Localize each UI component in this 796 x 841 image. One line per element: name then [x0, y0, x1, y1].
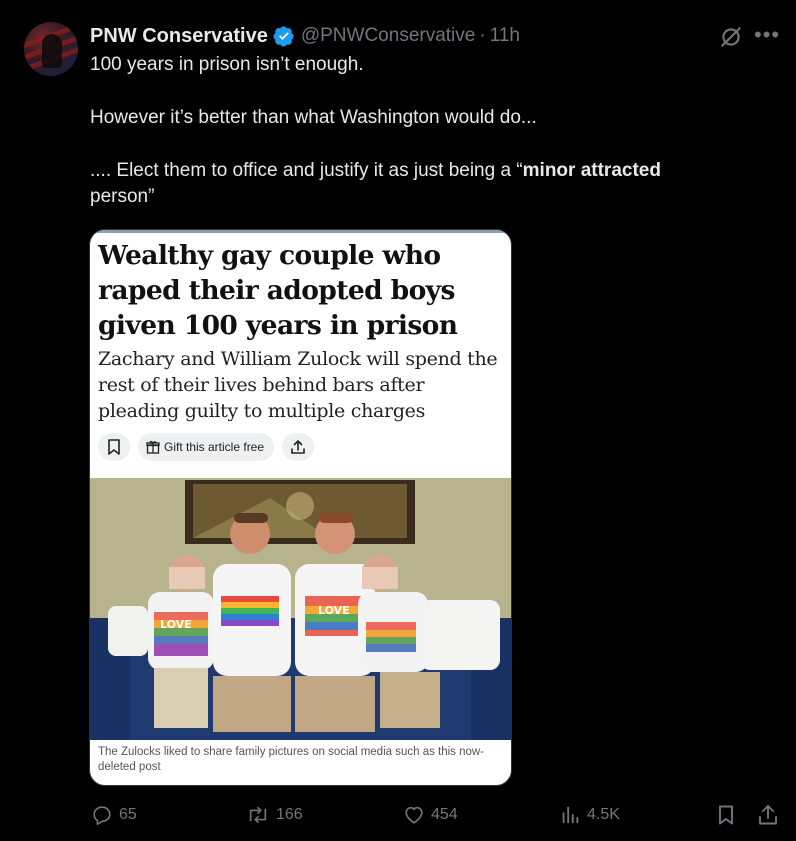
avatar[interactable] — [24, 22, 78, 76]
post-line-prefix: .... Elect them to office and justify it… — [90, 160, 523, 181]
article-image[interactable]: Wealthy gay couple who raped their adopt… — [89, 229, 512, 786]
gift-icon — [146, 440, 160, 454]
gift-article-button[interactable]: Gift this article free — [138, 433, 275, 461]
repost-count: 166 — [276, 806, 303, 823]
bookmark-button[interactable] — [98, 433, 130, 461]
family-photo: LOVE LOVE — [90, 478, 511, 740]
tweet[interactable]: PNW Conservative @PNWConservative · 11h … — [0, 0, 796, 841]
article-subheadline: Zachary and William Zulock will spend th… — [98, 348, 498, 422]
post-line: 100 years in prison isn’t enough. — [90, 54, 364, 75]
tweet-header: PNW Conservative @PNWConservative · 11h — [90, 24, 520, 48]
reply-button[interactable]: 65 — [91, 802, 137, 828]
share-icon[interactable] — [756, 803, 780, 827]
post-line-suffix: person” — [90, 186, 155, 207]
author-handle[interactable]: @PNWConservative — [301, 25, 476, 47]
share-article-button[interactable] — [282, 433, 315, 461]
view-count: 4.5K — [587, 806, 620, 823]
gift-article-label: Gift this article free — [164, 440, 265, 454]
post-line: However it’s better than what Washington… — [90, 107, 537, 128]
post-line: .... Elect them to office and justify it… — [90, 158, 770, 210]
post-time[interactable]: 11h — [490, 25, 520, 47]
reply-count: 65 — [119, 806, 137, 823]
verified-badge-icon — [273, 26, 294, 47]
card-topline — [90, 230, 511, 233]
post-bold-text: minor attracted — [522, 160, 661, 181]
repost-button[interactable]: 166 — [246, 802, 303, 828]
share-icon — [291, 440, 305, 454]
photo-caption: The Zulocks liked to share family pictur… — [98, 746, 485, 773]
views-icon — [562, 806, 579, 824]
reply-icon — [93, 806, 111, 825]
more-icon[interactable]: ••• — [754, 22, 780, 48]
repost-icon — [249, 806, 267, 824]
post-text: 100 years in prison isn’t enough. Howeve… — [90, 52, 770, 237]
avatar-silhouette — [42, 34, 62, 68]
article-headline: Wealthy gay couple who raped their adopt… — [98, 240, 458, 341]
grok-icon[interactable] — [718, 24, 744, 50]
bookmark-icon[interactable] — [714, 803, 738, 827]
family-photo-illustration: LOVE LOVE — [90, 478, 511, 740]
like-icon — [405, 806, 423, 824]
shirt-text: LOVE — [160, 618, 192, 631]
article-actions: Gift this article free — [98, 432, 315, 462]
author-name[interactable]: PNW Conservative — [90, 25, 268, 48]
like-count: 454 — [431, 806, 458, 823]
separator-dot: · — [479, 25, 486, 46]
views-button[interactable]: 4.5K — [559, 802, 620, 828]
bookmark-icon — [108, 439, 120, 455]
shirt-text: LOVE — [318, 604, 350, 617]
like-button[interactable]: 454 — [403, 802, 458, 828]
